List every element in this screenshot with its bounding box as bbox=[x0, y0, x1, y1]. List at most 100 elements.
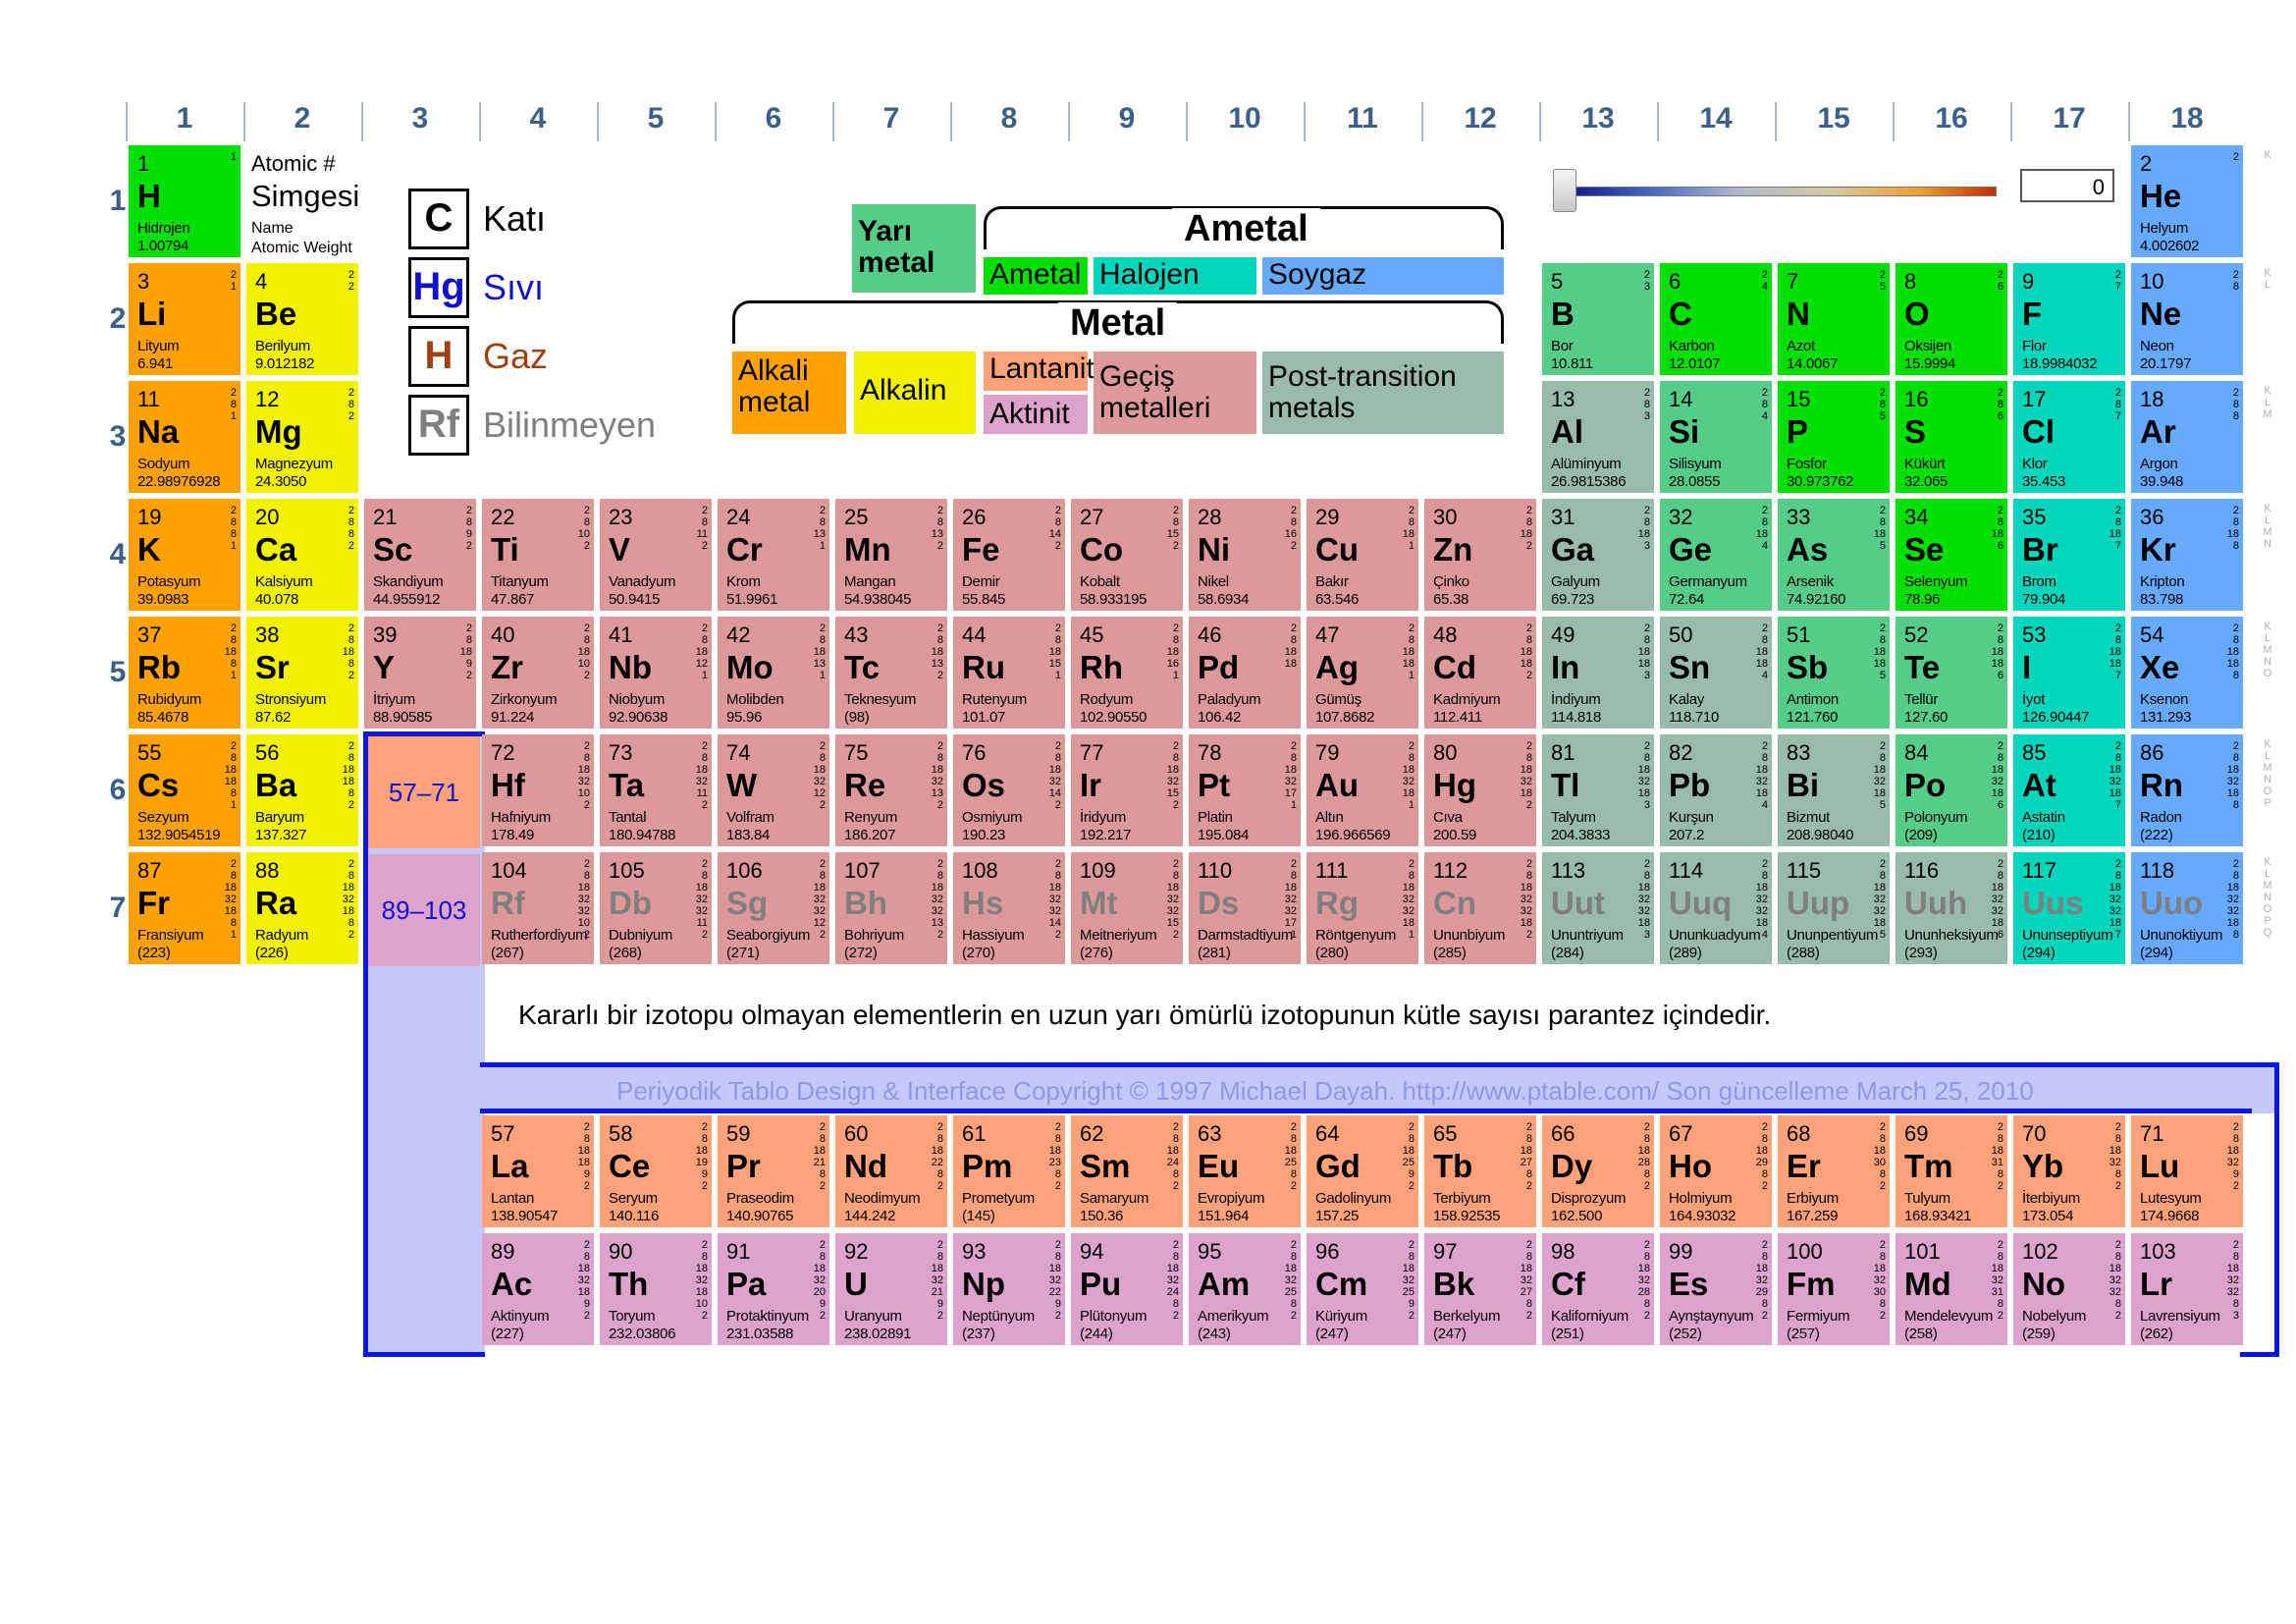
element-cell-zn[interactable]: 30 Zn Çinko 65.38 2 8 18 2 bbox=[1424, 499, 1536, 611]
element-cell-o[interactable]: 8 O Oksijen 15.9994 2 6 bbox=[1896, 263, 2007, 375]
element-cell-f[interactable]: 9 F Flor 18.9984032 2 7 bbox=[2013, 263, 2125, 375]
element-cell-po[interactable]: 84 Po Polonyum (209) 2 8 18 32 18 6 bbox=[1896, 734, 2007, 846]
element-cell-fe[interactable]: 26 Fe Demir 55.845 2 8 14 2 bbox=[953, 499, 1065, 611]
element-cell-dy[interactable]: 66 Dy Disprozyum 162.500 2 8 18 28 8 2 bbox=[1542, 1115, 1654, 1227]
element-cell-rb[interactable]: 37 Rb Rubidyum 85.4678 2 8 18 8 1 bbox=[129, 617, 240, 729]
element-cell-eu[interactable]: 63 Eu Evropiyum 151.964 2 8 18 25 8 2 bbox=[1189, 1115, 1301, 1227]
element-cell-fr[interactable]: 87 Fr Fransiyum (223) 2 8 18 32 18 8 1 bbox=[129, 852, 240, 964]
element-cell-be[interactable]: 4 Be Berilyum 9.012182 2 2 bbox=[246, 263, 358, 375]
element-cell-ti[interactable]: 22 Ti Titanyum 47.867 2 8 10 2 bbox=[482, 499, 594, 611]
element-cell-k[interactable]: 19 K Potasyum 39.0983 2 8 8 1 bbox=[129, 499, 240, 611]
element-cell-i[interactable]: 53 I İyot 126.90447 2 8 18 18 7 bbox=[2013, 617, 2125, 729]
element-cell-nb[interactable]: 41 Nb Niobyum 92.90638 2 8 18 12 1 bbox=[600, 617, 712, 729]
element-cell-v[interactable]: 23 V Vanadyum 50.9415 2 8 11 2 bbox=[600, 499, 712, 611]
element-cell-y[interactable]: 39 Y İtriyum 88.90585 2 8 18 9 2 bbox=[364, 617, 476, 729]
element-cell-ne[interactable]: 10 Ne Neon 20.1797 2 8 bbox=[2131, 263, 2243, 375]
element-cell-ir[interactable]: 77 Ir İridyum 192.217 2 8 18 32 15 2 bbox=[1071, 734, 1183, 846]
element-cell-sg[interactable]: 106 Sg Seaborgiyum (271) 2 8 18 32 32 12 2 bbox=[718, 852, 829, 964]
element-cell-ho[interactable]: 67 Ho Holmiyum 164.93032 2 8 18 29 8 2 bbox=[1660, 1115, 1772, 1227]
element-cell-pu[interactable]: 94 Pu Plütonyum (244) 2 8 18 32 24 8 2 bbox=[1071, 1233, 1183, 1345]
element-cell-mo[interactable]: 42 Mo Molibden 95.96 2 8 18 13 1 bbox=[718, 617, 829, 729]
element-cell-ru[interactable]: 44 Ru Rutenyum 101.07 2 8 18 15 1 bbox=[953, 617, 1065, 729]
element-cell-rh[interactable]: 45 Rh Rodyum 102.90550 2 8 18 16 1 bbox=[1071, 617, 1183, 729]
element-cell-am[interactable]: 95 Am Amerikyum (243) 2 8 18 32 25 8 2 bbox=[1189, 1233, 1301, 1345]
element-cell-ba[interactable]: 56 Ba Baryum 137.327 2 8 18 18 8 2 bbox=[246, 734, 358, 846]
element-cell-cl[interactable]: 17 Cl Klor 35.453 2 8 7 bbox=[2013, 381, 2125, 493]
element-cell-uup[interactable]: 115 Uup Ununpentiyum (288) 2 8 18 32 32 18 5 bbox=[1778, 852, 1890, 964]
element-cell-mn[interactable]: 25 Mn Mangan 54.938045 2 8 13 2 bbox=[835, 499, 947, 611]
element-cell-rf[interactable]: 104 Rf Rutherfordiyum (267) 2 8 18 32 32 10 … bbox=[482, 852, 594, 964]
element-cell-mt[interactable]: 109 Mt Meitneriyum (276) 2 8 18 32 32 15 2 bbox=[1071, 852, 1183, 964]
element-cell-he[interactable]: 2 He Helyum 4.002602 2 bbox=[2131, 145, 2243, 257]
element-cell-cf[interactable]: 98 Cf Kaliforniyum (251) 2 8 18 32 28 8 2 bbox=[1542, 1233, 1654, 1345]
element-cell-np[interactable]: 93 Np Neptünyum (237) 2 8 18 32 22 9 2 bbox=[953, 1233, 1065, 1345]
element-cell-se[interactable]: 34 Se Selenyum 78.96 2 8 18 6 bbox=[1896, 499, 2007, 611]
element-cell-pd[interactable]: 46 Pd Paladyum 106.42 2 8 18 18 bbox=[1189, 617, 1301, 729]
element-cell-cm[interactable]: 96 Cm Küriyum (247) 2 8 18 32 25 9 2 bbox=[1307, 1233, 1418, 1345]
element-cell-zr[interactable]: 40 Zr Zirkonyum 91.224 2 8 18 10 2 bbox=[482, 617, 594, 729]
element-cell-au[interactable]: 79 Au Altın 196.966569 2 8 18 32 18 1 bbox=[1307, 734, 1418, 846]
element-cell-sb[interactable]: 51 Sb Antimon 121.760 2 8 18 18 5 bbox=[1778, 617, 1890, 729]
element-cell-s[interactable]: 16 S Kükürt 32.065 2 8 6 bbox=[1896, 381, 2007, 493]
element-cell-at[interactable]: 85 At Astatin (210) 2 8 18 32 18 7 bbox=[2013, 734, 2125, 846]
element-cell-hg[interactable]: 80 Hg Cıva 200.59 2 8 18 32 18 2 bbox=[1424, 734, 1536, 846]
element-cell-ca[interactable]: 20 Ca Kalsiyum 40.078 2 8 8 2 bbox=[246, 499, 358, 611]
element-cell-la[interactable]: 57 La Lantan 138.90547 2 8 18 18 9 2 bbox=[482, 1115, 594, 1227]
element-cell-uut[interactable]: 113 Uut Ununtriyum (284) 2 8 18 32 32 18 3 bbox=[1542, 852, 1654, 964]
element-cell-in[interactable]: 49 In İndiyum 114.818 2 8 18 18 3 bbox=[1542, 617, 1654, 729]
temperature-slider[interactable] bbox=[1553, 169, 2010, 212]
slider-thumb[interactable] bbox=[1553, 169, 1576, 212]
element-cell-si[interactable]: 14 Si Silisyum 28.0855 2 8 4 bbox=[1660, 381, 1772, 493]
element-cell-tl[interactable]: 81 Tl Talyum 204.3833 2 8 18 32 18 3 bbox=[1542, 734, 1654, 846]
element-cell-sr[interactable]: 38 Sr Stronsiyum 87.62 2 8 18 8 2 bbox=[246, 617, 358, 729]
element-cell-ag[interactable]: 47 Ag Gümüş 107.8682 2 8 18 18 1 bbox=[1307, 617, 1418, 729]
element-cell-uuq[interactable]: 114 Uuq Ununkuadyum (289) 2 8 18 32 32 18 4 bbox=[1660, 852, 1772, 964]
element-cell-lr[interactable]: 103 Lr Lavrensiyum (262) 2 8 18 32 32 8 3 bbox=[2131, 1233, 2243, 1345]
element-cell-n[interactable]: 7 N Azot 14.0067 2 5 bbox=[1778, 263, 1890, 375]
element-cell-al[interactable]: 13 Al Alüminyum 26.9815386 2 8 3 bbox=[1542, 381, 1654, 493]
element-cell-cs[interactable]: 55 Cs Sezyum 132.9054519 2 8 18 18 8 1 bbox=[129, 734, 240, 846]
element-cell-tc[interactable]: 43 Tc Teknesyum (98) 2 8 18 13 2 bbox=[835, 617, 947, 729]
element-cell-yb[interactable]: 70 Yb İterbiyum 173.054 2 8 18 32 8 2 bbox=[2013, 1115, 2125, 1227]
element-cell-pb[interactable]: 82 Pb Kurşun 207.2 2 8 18 32 18 4 bbox=[1660, 734, 1772, 846]
element-cell-ac[interactable]: 89 Ac Aktinyum (227) 2 8 18 32 18 9 2 bbox=[482, 1233, 594, 1345]
slider-track[interactable] bbox=[1565, 187, 1997, 196]
element-cell-pt[interactable]: 78 Pt Platin 195.084 2 8 18 32 17 1 bbox=[1189, 734, 1301, 846]
element-cell-li[interactable]: 3 Li Lityum 6.941 2 1 bbox=[129, 263, 240, 375]
element-cell-co[interactable]: 27 Co Kobalt 58.933195 2 8 15 2 bbox=[1071, 499, 1183, 611]
element-cell-w[interactable]: 74 W Volfram 183.84 2 8 18 32 12 2 bbox=[718, 734, 829, 846]
element-cell-b[interactable]: 5 B Bor 10.811 2 3 bbox=[1542, 263, 1654, 375]
element-cell-sn[interactable]: 50 Sn Kalay 118.710 2 8 18 18 4 bbox=[1660, 617, 1772, 729]
element-cell-os[interactable]: 76 Os Osmiyum 190.23 2 8 18 32 14 2 bbox=[953, 734, 1065, 846]
element-cell-te[interactable]: 52 Te Tellür 127.60 2 8 18 18 6 bbox=[1896, 617, 2007, 729]
element-cell-th[interactable]: 90 Th Toryum 232.03806 2 8 18 32 18 10 2 bbox=[600, 1233, 712, 1345]
element-cell-p[interactable]: 15 P Fosfor 30.973762 2 8 5 bbox=[1778, 381, 1890, 493]
element-cell-u[interactable]: 92 U Uranyum 238.02891 2 8 18 32 21 9 2 bbox=[835, 1233, 947, 1345]
element-cell-ni[interactable]: 28 Ni Nikel 58.6934 2 8 16 2 bbox=[1189, 499, 1301, 611]
element-cell-nd[interactable]: 60 Nd Neodimyum 144.242 2 8 18 22 8 2 bbox=[835, 1115, 947, 1227]
element-cell-ar[interactable]: 18 Ar Argon 39.948 2 8 8 bbox=[2131, 381, 2243, 493]
element-cell-br[interactable]: 35 Br Brom 79.904 2 8 18 7 bbox=[2013, 499, 2125, 611]
element-cell-kr[interactable]: 36 Kr Kripton 83.798 2 8 18 8 bbox=[2131, 499, 2243, 611]
element-cell-ta[interactable]: 73 Ta Tantal 180.94788 2 8 18 32 11 2 bbox=[600, 734, 712, 846]
element-cell-no[interactable]: 102 No Nobelyum (259) 2 8 18 32 32 8 2 bbox=[2013, 1233, 2125, 1345]
element-cell-es[interactable]: 99 Es Aynştaynyum (252) 2 8 18 32 29 8 2 bbox=[1660, 1233, 1772, 1345]
element-cell-hf[interactable]: 72 Hf Hafniyum 178.49 2 8 18 32 10 2 bbox=[482, 734, 594, 846]
slider-value-input[interactable]: 0 bbox=[2020, 169, 2114, 202]
element-cell-as[interactable]: 33 As Arsenik 74.92160 2 8 18 5 bbox=[1778, 499, 1890, 611]
element-cell-pm[interactable]: 61 Pm Prometyum (145) 2 8 18 23 8 2 bbox=[953, 1115, 1065, 1227]
element-cell-cu[interactable]: 29 Cu Bakır 63.546 2 8 18 1 bbox=[1307, 499, 1418, 611]
element-cell-mg[interactable]: 12 Mg Magnezyum 24.3050 2 8 2 bbox=[246, 381, 358, 493]
element-cell-sc[interactable]: 21 Sc Skandiyum 44.955912 2 8 9 2 bbox=[364, 499, 476, 611]
element-cell-ge[interactable]: 32 Ge Germanyum 72.64 2 8 18 4 bbox=[1660, 499, 1772, 611]
element-cell-cn[interactable]: 112 Cn Ununbiyum (285) 2 8 18 32 32 18 2 bbox=[1424, 852, 1536, 964]
element-cell-h[interactable]: 1 H Hidrojen 1.00794 1 bbox=[129, 145, 240, 257]
element-cell-tb[interactable]: 65 Tb Terbiyum 158.92535 2 8 18 27 8 2 bbox=[1424, 1115, 1536, 1227]
element-cell-tm[interactable]: 69 Tm Tulyum 168.93421 2 8 18 31 8 2 bbox=[1896, 1115, 2007, 1227]
element-cell-bh[interactable]: 107 Bh Bohriyum (272) 2 8 18 32 32 13 2 bbox=[835, 852, 947, 964]
element-cell-hs[interactable]: 108 Hs Hassiyum (270) 2 8 18 32 32 14 2 bbox=[953, 852, 1065, 964]
element-cell-re[interactable]: 75 Re Renyum 186.207 2 8 18 32 13 2 bbox=[835, 734, 947, 846]
element-cell-cd[interactable]: 48 Cd Kadmiyum 112.411 2 8 18 18 2 bbox=[1424, 617, 1536, 729]
element-cell-xe[interactable]: 54 Xe Ksenon 131.293 2 8 18 18 8 bbox=[2131, 617, 2243, 729]
element-cell-lu[interactable]: 71 Lu Lutesyum 174.9668 2 8 18 32 9 2 bbox=[2131, 1115, 2243, 1227]
